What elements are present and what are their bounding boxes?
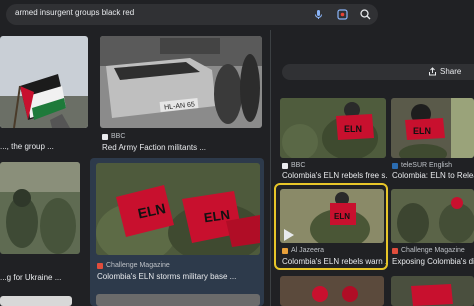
share-button[interactable]: Share — [428, 67, 461, 76]
result-image-eln-fighters[interactable]: ELN ELN — [96, 163, 260, 255]
result-image-flag[interactable] — [0, 36, 88, 128]
result-caption[interactable]: Colombia's ELN storms military base ... — [97, 272, 259, 281]
panel-caption[interactable]: Colombia's ELN rebels warn ... — [282, 257, 386, 266]
search-icon[interactable] — [359, 8, 372, 21]
eln-banner-text: ELN — [334, 212, 350, 221]
result-caption[interactable]: ...g for Ukraine ... — [0, 273, 84, 282]
search-input[interactable]: armed insurgent groups black red — [15, 8, 134, 17]
share-icon — [429, 67, 436, 76]
result-source: BBC — [102, 133, 125, 140]
result-image-partial[interactable] — [96, 294, 260, 306]
panel-image-eln-1[interactable]: ELN — [280, 98, 386, 158]
bbc-favicon-icon — [102, 133, 108, 140]
panel-source: Challenge Magazine — [392, 247, 465, 254]
panel-divider — [270, 30, 271, 306]
result-image-partial[interactable] — [0, 296, 72, 306]
panel-image-partial[interactable] — [391, 276, 474, 306]
microphone-icon[interactable] — [312, 8, 325, 21]
telesur-favicon-icon — [392, 162, 398, 169]
challenge-favicon-icon — [97, 262, 103, 269]
result-image-car[interactable]: HL-AN 65 — [100, 36, 262, 128]
eln-banner-text: ELN — [413, 126, 431, 136]
challenge-favicon-icon — [392, 247, 398, 254]
panel-caption[interactable]: Colombia's ELN rebels free s... — [282, 171, 388, 180]
result-caption[interactable]: ..., the group ... — [0, 142, 88, 151]
panel-image-eln-2[interactable]: ELN — [391, 98, 474, 158]
panel-source: Al Jazeera — [282, 247, 324, 254]
result-source: Challenge Magazine — [97, 262, 170, 269]
panel-caption[interactable]: Colombia: ELN to Release ... — [392, 171, 474, 180]
panel-image-eln-3[interactable]: ELN — [280, 189, 384, 243]
bbc-favicon-icon — [282, 162, 288, 169]
panel-caption[interactable]: Exposing Colombia's dirt... — [392, 257, 474, 266]
panel-image-partial[interactable] — [280, 276, 384, 306]
panel-source: teleSUR English — [392, 162, 452, 169]
result-image-soldiers[interactable] — [0, 162, 80, 254]
search-bar[interactable]: armed insurgent groups black red — [6, 4, 378, 25]
panel-source: BBC — [282, 162, 305, 169]
lens-icon[interactable] — [336, 8, 349, 21]
result-caption[interactable]: Red Army Faction militants ... — [102, 143, 262, 152]
aljazeera-favicon-icon — [282, 247, 288, 254]
panel-image-eln-4[interactable] — [391, 189, 474, 243]
eln-banner-text: ELN — [344, 124, 362, 134]
